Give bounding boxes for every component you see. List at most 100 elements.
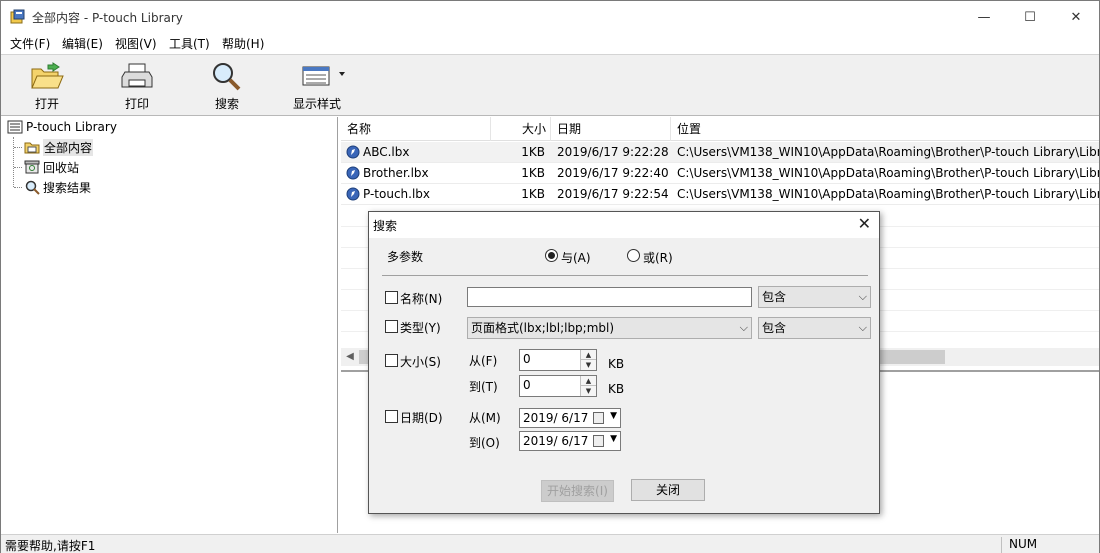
date-to-label: 到(O) — [469, 436, 500, 450]
row-name: ABC.lbx — [363, 145, 410, 159]
display-style-button[interactable]: 显示样式 — [284, 59, 350, 113]
menu-view[interactable]: 视图(V) — [115, 35, 157, 52]
spin-up-icon[interactable]: ▲ — [580, 350, 596, 360]
size-checkbox[interactable] — [385, 354, 398, 367]
row-size: 1KB — [521, 187, 545, 201]
row-date: 2019/6/17 9:22:54 — [557, 187, 669, 201]
size-to-stepper[interactable]: 0 ▲ ▼ — [519, 375, 597, 397]
tree-item-label: 搜索结果 — [43, 180, 92, 195]
close-icon: ✕ — [1070, 9, 1082, 25]
maximize-icon: ☐ — [1024, 9, 1036, 25]
spin-up-icon[interactable]: ▲ — [580, 376, 596, 386]
column-size[interactable]: 大小 — [491, 117, 551, 141]
table-row[interactable]: Brother.lbx 1KB 2019/6/17 9:22:40 C:\Use… — [341, 163, 1099, 184]
menu-edit[interactable]: 编辑(E) — [62, 35, 103, 52]
date-from-picker[interactable]: 2019/ 6/17 ▼ — [519, 408, 621, 428]
name-checkbox[interactable] — [385, 291, 398, 304]
column-name[interactable]: 名称 — [341, 117, 491, 141]
start-search-button[interactable]: 开始搜索(I) — [541, 480, 614, 502]
app-window: 全部内容 - P-touch Library — ☐ ✕ 文件(F) 编辑(E)… — [0, 0, 1100, 553]
chevron-down-icon: ⌵ — [858, 290, 867, 303]
tree-root[interactable]: P-touch Library — [7, 117, 117, 137]
row-size: 1KB — [521, 166, 545, 180]
size-from-value: 0 — [523, 352, 531, 366]
minimize-button[interactable]: — — [961, 1, 1007, 33]
close-dialog-button[interactable]: 关闭 — [631, 479, 705, 501]
column-date[interactable]: 日期 — [551, 117, 671, 141]
type-checkbox[interactable] — [385, 320, 398, 333]
column-location[interactable]: 位置 — [671, 117, 1099, 141]
multi-param-label: 多参数 — [387, 250, 424, 264]
row-name: Brother.lbx — [363, 166, 429, 180]
dialog-title-bar: 搜索 ✕ — [369, 212, 879, 238]
name-condition-select[interactable]: 包含 ⌵ — [758, 286, 871, 308]
size-from-stepper[interactable]: 0 ▲ ▼ — [519, 349, 597, 371]
printer-icon — [121, 63, 153, 88]
search-button[interactable]: 搜索 — [194, 59, 260, 113]
toolbar: 打开 打印 搜索 显示样式 — [1, 54, 1099, 116]
table-row[interactable]: P-touch.lbx 1KB 2019/6/17 9:22:54 C:\Use… — [341, 184, 1099, 205]
open-label: 打开 — [34, 97, 59, 111]
status-bar: 需要帮助,请按F1 NUM — [1, 534, 1099, 553]
date-to-picker[interactable]: 2019/ 6/17 ▼ — [519, 431, 621, 451]
row-location: C:\Users\VM138_WIN10\AppData\Roaming\Bro… — [677, 166, 1099, 180]
chevron-down-icon: ⌵ — [739, 321, 748, 334]
tree-item-label: 回收站 — [43, 160, 80, 175]
status-help-text: 需要帮助,请按F1 — [5, 539, 96, 553]
chevron-down-icon[interactable]: ▼ — [610, 411, 617, 421]
lbx-file-icon — [346, 187, 360, 201]
size-to-unit: KB — [608, 382, 625, 396]
print-label: 打印 — [124, 97, 149, 111]
calendar-icon[interactable] — [593, 412, 604, 424]
size-from-unit: KB — [608, 357, 625, 371]
type-condition-select[interactable]: 包含 ⌵ — [758, 317, 871, 339]
tree-root-label: P-touch Library — [26, 120, 117, 134]
row-location: C:\Users\VM138_WIN10\AppData\Roaming\Bro… — [677, 145, 1099, 159]
ptouch-app-icon — [10, 9, 25, 24]
menu-bar: 文件(F) 编辑(E) 视图(V) 工具(T) 帮助(H) — [1, 33, 1099, 53]
size-checkbox-label[interactable]: 大小(S) — [400, 353, 441, 370]
or-radio[interactable] — [627, 249, 640, 262]
type-select-value: 页面格式(lbx;lbl;lbp;mbl) — [471, 321, 615, 335]
and-radio-label[interactable]: 与(A) — [561, 249, 591, 266]
menu-file[interactable]: 文件(F) — [10, 35, 50, 52]
row-date: 2019/6/17 9:22:40 — [557, 166, 669, 180]
search-label: 搜索 — [214, 97, 239, 111]
spin-down-icon[interactable]: ▼ — [580, 360, 596, 370]
window-title: 全部内容 - P-touch Library — [32, 11, 183, 25]
calendar-icon[interactable] — [593, 435, 604, 447]
table-row[interactable]: ABC.lbx 1KB 2019/6/17 9:22:28 C:\Users\V… — [341, 142, 1099, 163]
dialog-close-icon[interactable]: ✕ — [858, 214, 871, 233]
or-radio-label[interactable]: 或(R) — [643, 249, 673, 266]
row-location: C:\Users\VM138_WIN10\AppData\Roaming\Bro… — [677, 187, 1099, 201]
type-select[interactable]: 页面格式(lbx;lbl;lbp;mbl) ⌵ — [467, 317, 752, 339]
search-dialog: 搜索 ✕ 多参数 与(A) 或(R) 名称(N) 包含 ⌵ 类型(Y) 页面格式(… — [368, 211, 880, 514]
tree-item-all-content[interactable]: 全部内容 — [24, 137, 94, 157]
scroll-left-icon[interactable]: ◀ — [342, 349, 358, 365]
title-bar: 全部内容 - P-touch Library — ☐ ✕ — [1, 1, 1099, 33]
tree-item-recycle-bin[interactable]: 回收站 — [24, 157, 79, 177]
close-window-button[interactable]: ✕ — [1053, 1, 1099, 33]
print-button[interactable]: 打印 — [104, 59, 170, 113]
tree-item-search-results[interactable]: 搜索结果 — [24, 177, 91, 197]
type-checkbox-label[interactable]: 类型(Y) — [400, 319, 441, 336]
date-checkbox-label[interactable]: 日期(D) — [400, 409, 443, 426]
list-header: 名称 大小 日期 位置 — [341, 117, 1099, 141]
maximize-button[interactable]: ☐ — [1007, 1, 1053, 33]
date-checkbox[interactable] — [385, 410, 398, 423]
menu-help[interactable]: 帮助(H) — [222, 35, 264, 52]
date-from-value: 2019/ 6/17 — [523, 411, 589, 425]
menu-tools[interactable]: 工具(T) — [169, 35, 210, 52]
type-condition-value: 包含 — [762, 321, 787, 335]
chevron-down-icon[interactable]: ▼ — [610, 434, 617, 444]
recycle-bin-icon — [24, 160, 40, 174]
name-checkbox-label[interactable]: 名称(N) — [400, 290, 442, 307]
search-icon — [213, 63, 241, 91]
spin-down-icon[interactable]: ▼ — [580, 386, 596, 396]
name-condition-value: 包含 — [762, 290, 787, 304]
dialog-title: 搜索 — [373, 219, 398, 233]
dialog-separator — [382, 275, 868, 276]
and-radio[interactable] — [545, 249, 558, 262]
open-button[interactable]: 打开 — [14, 59, 80, 113]
name-input[interactable] — [467, 287, 752, 307]
